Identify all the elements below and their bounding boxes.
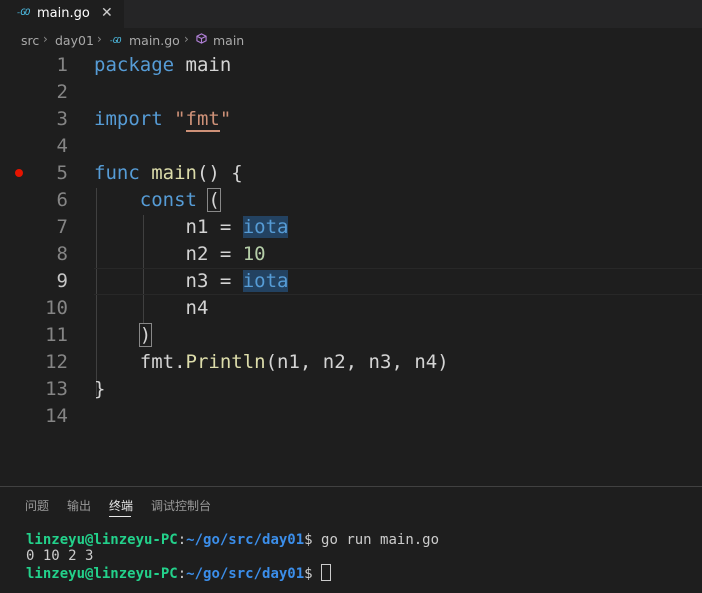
tab-debug-console[interactable]: 调试控制台 [151, 497, 211, 514]
code-text: ) [138, 323, 153, 347]
terminal-line[interactable]: linzeyu@linzeyu-PC:~/go/src/day01$ [26, 564, 332, 582]
close-icon[interactable]: ✕ [101, 5, 113, 21]
code-line: 10 n4 [0, 295, 702, 322]
code-text: package main [94, 54, 232, 76]
chevron-right-icon: › [184, 32, 189, 46]
line-number: 7 [56, 216, 68, 238]
code-text: fmt.Println(n1, n2, n3, n4) [139, 351, 449, 373]
breadcrumb: src › day01 › -GO main.go › main [0, 28, 702, 52]
line-number: 1 [56, 54, 68, 76]
terminal-line: linzeyu@linzeyu-PC:~/go/src/day01$ go ru… [26, 532, 440, 548]
bottom-panel: 问题 输出 终端 调试控制台 linzeyu@linzeyu-PC:~/go/s… [0, 486, 702, 593]
code-line: 5 func main() { [0, 160, 702, 187]
line-number: 14 [45, 405, 68, 427]
active-tab-indicator [109, 516, 131, 517]
cube-icon [196, 33, 207, 44]
line-number: 2 [56, 81, 68, 103]
breadcrumb-item-main-go[interactable]: main.go [129, 33, 180, 48]
editor-tab-bar: -GO main.go ✕ [0, 0, 702, 28]
terminal-cursor [321, 564, 332, 581]
code-text: func main() { [94, 162, 243, 184]
code-line: 14 [0, 403, 702, 430]
code-text: import "fmt" [94, 108, 232, 132]
breadcrumb-item-main-func[interactable]: main [213, 33, 244, 48]
tab-terminal[interactable]: 终端 [109, 497, 133, 514]
code-text: n2 = 10 [185, 243, 266, 265]
go-file-icon: -GO [109, 36, 121, 45]
code-line: 4 [0, 133, 702, 160]
line-number: 13 [45, 378, 68, 400]
chevron-right-icon: › [97, 32, 102, 46]
code-text: n1 = iota [185, 216, 289, 238]
tab-label: main.go [37, 6, 90, 21]
code-text: const ( [139, 188, 221, 212]
code-line: 8 n2 = 10 [0, 241, 702, 268]
code-line: 2 [0, 79, 702, 106]
line-number: 5 [56, 162, 68, 184]
line-number: 6 [56, 189, 68, 211]
code-line: 13 } [0, 376, 702, 403]
code-line: 1 package main [0, 52, 702, 79]
code-line: 6 const ( [0, 187, 702, 214]
tab-problems[interactable]: 问题 [25, 497, 49, 514]
code-editor[interactable]: 1 package main 2 3 import "fmt" 4 5 func… [0, 52, 702, 484]
line-number: 8 [56, 243, 68, 265]
go-file-icon: -GO [16, 8, 30, 18]
breadcrumb-item-day01[interactable]: day01 [55, 33, 94, 48]
line-number: 3 [56, 108, 68, 130]
line-number: 4 [56, 135, 68, 157]
code-text: n4 [185, 297, 209, 319]
line-number: 9 [56, 270, 68, 292]
breadcrumb-item-src[interactable]: src [21, 33, 39, 48]
code-line-current: 9 n3 = iota [0, 268, 702, 295]
code-line: 3 import "fmt" [0, 106, 702, 133]
code-line: 7 n1 = iota [0, 214, 702, 241]
chevron-right-icon: › [43, 32, 48, 46]
line-number: 10 [45, 297, 68, 319]
code-line: 11 ) [0, 322, 702, 349]
line-number: 11 [45, 324, 68, 346]
tab-output[interactable]: 输出 [67, 497, 91, 514]
line-number: 12 [45, 351, 68, 373]
tab-main-go[interactable]: -GO main.go ✕ [0, 0, 124, 28]
terminal-output: 0 10 2 3 [26, 548, 94, 564]
code-text: n3 = iota [185, 270, 289, 292]
code-line: 12 fmt.Println(n1, n2, n3, n4) [0, 349, 702, 376]
code-text: } [94, 378, 106, 400]
